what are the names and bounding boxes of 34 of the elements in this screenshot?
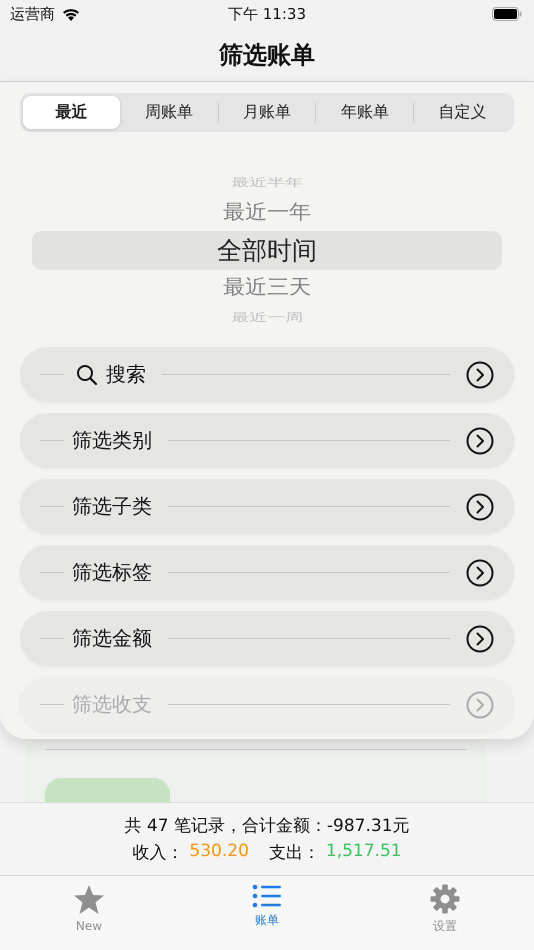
chevron-circle-icon	[466, 360, 494, 388]
nav-title: 筛选账单	[219, 40, 315, 71]
income-value: 530.20	[189, 841, 249, 863]
battery-icon	[492, 7, 522, 21]
chevron-circle-icon	[466, 492, 494, 520]
summary-text: 共 47 笔记录，合计金额：-987.31元	[124, 815, 410, 837]
chevron-circle-icon	[466, 426, 494, 454]
filter-row[interactable]: 筛选金额	[20, 611, 514, 666]
filter-row[interactable]: 筛选子类	[20, 479, 514, 534]
chevron-circle-icon	[466, 690, 494, 718]
expense-value: 1,517.51	[326, 841, 402, 863]
expense-label: 支出：	[268, 842, 320, 864]
filter-row[interactable]: 搜索	[20, 347, 514, 402]
picker-option[interactable]: 全部时间	[217, 238, 317, 263]
filter-row[interactable]: 筛选标签	[20, 545, 514, 600]
picker-option[interactable]: 最近三天	[223, 278, 311, 298]
search-icon	[76, 364, 98, 386]
segment-tab[interactable]: 自定义	[414, 96, 511, 129]
list-icon	[252, 884, 282, 908]
star-icon	[73, 884, 105, 915]
chevron-circle-icon	[466, 558, 494, 586]
filter-row[interactable]: 筛选类别	[20, 413, 514, 468]
segment-tab[interactable]: 月账单	[218, 96, 316, 129]
settings-icon	[430, 884, 460, 914]
chevron-circle-icon	[466, 624, 494, 652]
status-time: 下午 11:33	[228, 4, 306, 24]
carrier-name: 运营商	[10, 4, 55, 24]
wifi-icon	[61, 6, 81, 22]
segment-tab[interactable]: 年账单	[316, 96, 414, 129]
tab-bar-item[interactable]: 账单	[178, 876, 356, 950]
picker-option[interactable]: 最近一年	[223, 203, 311, 223]
segment-tab[interactable]: 最近	[23, 96, 120, 129]
income-label: 收入：	[132, 842, 184, 864]
segment-tab[interactable]: 周账单	[120, 96, 218, 129]
